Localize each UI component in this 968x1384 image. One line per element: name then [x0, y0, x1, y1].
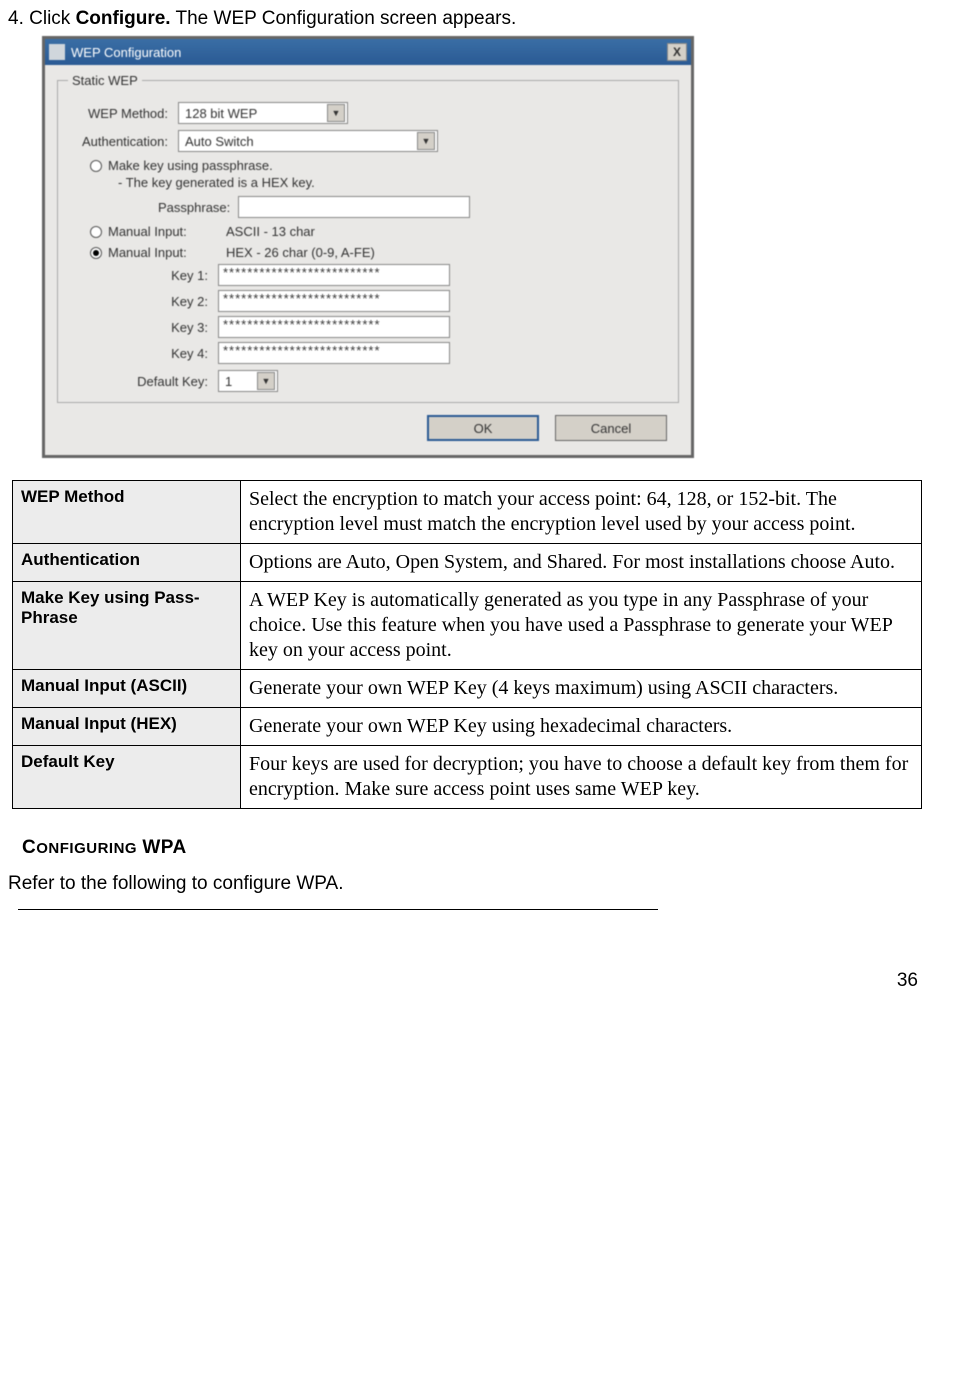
- dialog-title: WEP Configuration: [71, 45, 181, 60]
- wpa-heading: CONFIGURING WPA: [22, 837, 918, 859]
- cell-value: Generate your own WEP Key (4 keys maximu…: [241, 670, 922, 708]
- passphrase-radio-row[interactable]: Make key using passphrase.: [90, 158, 668, 173]
- group-legend: Static WEP: [68, 73, 142, 88]
- cancel-button[interactable]: Cancel: [555, 415, 667, 441]
- key4-label: Key 4:: [128, 346, 218, 361]
- authentication-label: Authentication:: [68, 134, 178, 149]
- wpa-instruction: Refer to the following to configure WPA.: [8, 873, 918, 895]
- cell-header: WEP Method: [13, 481, 241, 544]
- table-row: Manual Input (ASCII) Generate your own W…: [13, 670, 922, 708]
- instruction-prefix: 4. Click: [8, 8, 76, 29]
- table-row: Manual Input (HEX) Generate your own WEP…: [13, 708, 922, 746]
- ascii-radio-row[interactable]: Manual Input: ASCII - 13 char: [90, 224, 668, 239]
- ascii-radio-label: Manual Input:: [108, 224, 220, 239]
- passphrase-note: - The key generated is a HEX key.: [118, 175, 668, 190]
- key3-input[interactable]: **************************: [218, 316, 450, 338]
- cell-value: A WEP Key is automatically generated as …: [241, 582, 922, 670]
- radio-icon: [90, 160, 102, 172]
- chevron-down-icon: ▼: [417, 132, 435, 150]
- static-wep-group: Static WEP WEP Method: 128 bit WEP ▼ Aut…: [57, 73, 679, 403]
- page-number: 36: [8, 970, 918, 992]
- chevron-down-icon: ▼: [257, 372, 275, 390]
- ascii-radio-desc: ASCII - 13 char: [226, 224, 315, 239]
- cell-value: Four keys are used for decryption; you h…: [241, 746, 922, 809]
- app-icon: [49, 44, 65, 60]
- key2-label: Key 2:: [128, 294, 218, 309]
- instruction-suffix: The WEP Configuration screen appears.: [171, 8, 517, 29]
- key1-label: Key 1:: [128, 268, 218, 283]
- key3-label: Key 3:: [128, 320, 218, 335]
- close-button[interactable]: X: [667, 43, 687, 61]
- cell-header: Make Key using Pass-Phrase: [13, 582, 241, 670]
- wep-method-select[interactable]: 128 bit WEP ▼: [178, 102, 348, 124]
- close-icon: X: [673, 45, 681, 59]
- cell-value: Options are Auto, Open System, and Share…: [241, 544, 922, 582]
- wep-config-dialog: WEP Configuration X Static WEP WEP Metho…: [42, 36, 694, 458]
- hex-radio-desc: HEX - 26 char (0-9, A-FE): [226, 245, 375, 260]
- cell-header: Authentication: [13, 544, 241, 582]
- authentication-select[interactable]: Auto Switch ▼: [178, 130, 438, 152]
- cell-header: Manual Input (ASCII): [13, 670, 241, 708]
- wpa-heading-c: C: [22, 837, 36, 858]
- authentication-value: Auto Switch: [185, 134, 254, 149]
- cell-header: Manual Input (HEX): [13, 708, 241, 746]
- passphrase-label: Passphrase:: [158, 200, 230, 215]
- passphrase-input[interactable]: [238, 196, 470, 218]
- cell-header: Default Key: [13, 746, 241, 809]
- wep-description-table: WEP Method Select the encryption to matc…: [12, 480, 922, 809]
- default-key-value: 1: [225, 374, 232, 389]
- wep-method-value: 128 bit WEP: [185, 106, 257, 121]
- dialog-titlebar: WEP Configuration X: [45, 39, 691, 65]
- cell-value: Generate your own WEP Key using hexadeci…: [241, 708, 922, 746]
- ok-button[interactable]: OK: [427, 415, 539, 441]
- divider: [18, 909, 658, 910]
- default-key-select[interactable]: 1 ▼: [218, 370, 278, 392]
- cell-value: Select the encryption to match your acce…: [241, 481, 922, 544]
- radio-icon: [90, 226, 102, 238]
- chevron-down-icon: ▼: [327, 104, 345, 122]
- radio-filled-icon: [90, 247, 102, 259]
- key4-input[interactable]: **************************: [218, 342, 450, 364]
- instruction-bold: Configure.: [76, 8, 171, 29]
- cancel-label: Cancel: [591, 421, 631, 436]
- passphrase-radio-label: Make key using passphrase.: [108, 158, 273, 173]
- ok-label: OK: [474, 421, 493, 436]
- table-row: Authentication Options are Auto, Open Sy…: [13, 544, 922, 582]
- table-row: WEP Method Select the encryption to matc…: [13, 481, 922, 544]
- table-row: Make Key using Pass-Phrase A WEP Key is …: [13, 582, 922, 670]
- wpa-heading-rest: ONFIGURING: [36, 840, 137, 857]
- default-key-label: Default Key:: [106, 374, 218, 389]
- key2-input[interactable]: **************************: [218, 290, 450, 312]
- wep-method-label: WEP Method:: [68, 106, 178, 121]
- hex-radio-label: Manual Input:: [108, 245, 220, 260]
- hex-radio-row[interactable]: Manual Input: HEX - 26 char (0-9, A-FE): [90, 245, 668, 260]
- key1-input[interactable]: **************************: [218, 264, 450, 286]
- step-instruction: 4. Click Configure. The WEP Configuratio…: [8, 8, 918, 30]
- table-row: Default Key Four keys are used for decry…: [13, 746, 922, 809]
- wpa-heading-wpa: WPA: [142, 837, 186, 858]
